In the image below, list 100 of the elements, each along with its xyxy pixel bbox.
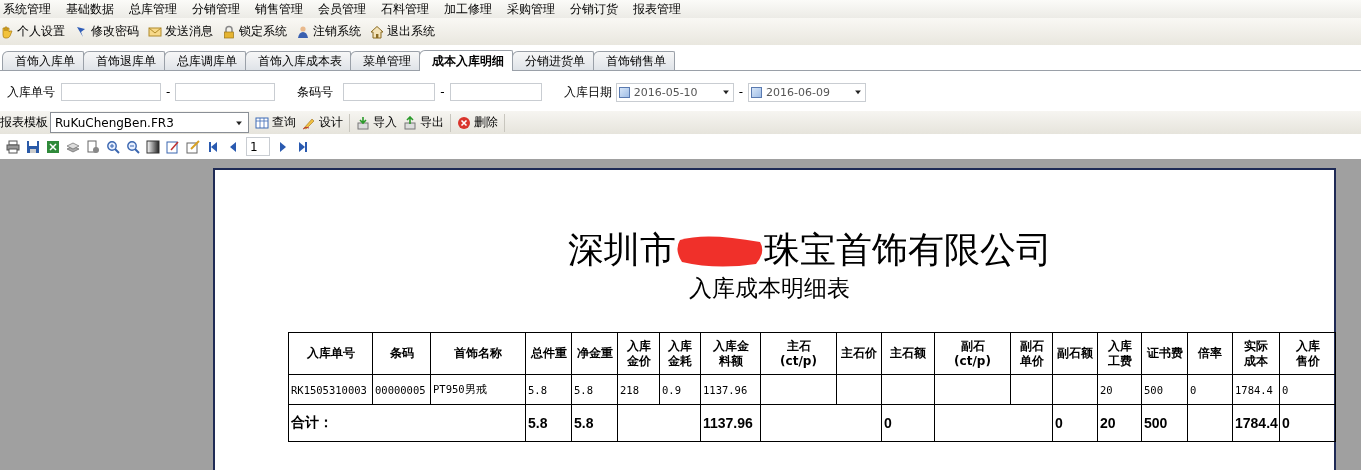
template-dropdown[interactable]: RuKuChengBen.FR3 [50, 112, 249, 133]
column-header: 总件重 [525, 332, 572, 375]
date-field[interactable]: 2016-06-09 [748, 82, 867, 102]
menu-item[interactable]: 采购管理 [504, 0, 564, 18]
toolbar-button[interactable]: 导入 [356, 114, 397, 131]
menu-item[interactable]: 系统管理 [0, 0, 60, 18]
total-cell: 0 [881, 404, 935, 442]
page-number-field[interactable]: 1 [246, 137, 270, 156]
date-field[interactable]: 2016-05-10 [615, 82, 734, 102]
total-cell: 20 [1097, 404, 1142, 442]
table-cell: 500 [1141, 374, 1188, 405]
export-icon [403, 115, 417, 130]
hand-icon [0, 24, 14, 39]
column-header: 主石 (ct/p) [760, 332, 837, 375]
toolbar-button[interactable]: 注销系统 [296, 23, 361, 40]
column-header: 入库金价 [617, 332, 660, 375]
toolbar-button[interactable]: 删除 [457, 114, 498, 131]
tab[interactable]: 菜单管理 [350, 51, 420, 70]
tab[interactable]: 首饰销售单 [593, 51, 675, 70]
menu-item[interactable]: 会员管理 [315, 0, 375, 18]
user-icon [296, 24, 310, 39]
separator-text: - [166, 85, 171, 99]
menu-item[interactable]: 石料管理 [378, 0, 438, 18]
lock-icon [222, 24, 236, 39]
table-cell: RK1505310003 [288, 374, 373, 405]
toolbar-button[interactable]: 导出 [403, 114, 444, 131]
column-header: 净金重 [571, 332, 618, 375]
table-cell: 5.8 [525, 374, 572, 405]
envelope-icon [148, 24, 162, 39]
menu-item[interactable]: 基础数据 [63, 0, 123, 18]
total-cell: 0 [1052, 404, 1098, 442]
total-cell: 5.8 [571, 404, 618, 442]
import-icon [356, 115, 370, 130]
report-title: 珠宝首饰有限公司 [763, 228, 1052, 272]
column-header: 副石 (ct/p) [934, 332, 1011, 375]
input-field[interactable] [449, 83, 542, 101]
menu-item[interactable]: 销售管理 [252, 0, 312, 18]
toolbar-button[interactable]: 修改密码 [74, 23, 139, 40]
table-cell: 5.8 [571, 374, 618, 405]
input-field[interactable] [343, 83, 436, 101]
table-cell: 1784.4 [1232, 374, 1280, 405]
total-cell: 5.8 [525, 404, 572, 442]
toolbar-button[interactable]: 退出系统 [370, 23, 435, 40]
tab[interactable]: 首饰入库成本表 [245, 51, 351, 70]
table-cell: 00000005 [372, 374, 431, 405]
separator-text: - [738, 85, 744, 99]
column-header: 入库工费 [1097, 332, 1142, 375]
total-cell: 500 [1141, 404, 1188, 442]
column-header: 证书费 [1141, 332, 1188, 375]
toolbar-button[interactable]: 设计 [302, 114, 343, 131]
column-header: 倍率 [1187, 332, 1233, 375]
menu-item[interactable]: 报表管理 [630, 0, 690, 18]
table-cell: 0 [1279, 374, 1336, 405]
table-cell: 0 [1187, 374, 1233, 405]
column-header: 主石价 [836, 332, 882, 375]
column-header: 入库单号 [288, 332, 373, 375]
column-header: 首饰名称 [430, 332, 526, 375]
table-cell: 218 [617, 374, 660, 405]
tab[interactable]: 分销进货单 [512, 51, 594, 70]
checkbox[interactable] [751, 86, 763, 98]
grid-icon [255, 115, 269, 130]
tab[interactable]: 首饰入库单 [2, 51, 84, 70]
tab[interactable]: 成本入库明细 [419, 50, 513, 71]
total-cell: 1784.4 [1232, 404, 1280, 442]
table-cell: PT950男戒 [430, 374, 526, 405]
menu-item[interactable]: 总库管理 [126, 0, 186, 18]
column-header: 主石额 [881, 332, 935, 375]
tab[interactable]: 首饰退库单 [83, 51, 165, 70]
table-cell: 0.9 [659, 374, 701, 405]
menu-item[interactable]: 分销订货 [567, 0, 627, 18]
checkbox[interactable] [618, 86, 630, 98]
table-cell: 20 [1097, 374, 1142, 405]
column-header: 实际成本 [1232, 332, 1280, 375]
total-label: 合计： [288, 404, 526, 442]
toolbar-button[interactable]: 发送消息 [148, 23, 213, 40]
house-icon [370, 24, 384, 39]
input-field[interactable] [61, 83, 161, 101]
menu-item[interactable]: 分销管理 [189, 0, 249, 18]
column-header: 入库金料额 [700, 332, 761, 375]
separator-text: - [440, 85, 445, 99]
input-field[interactable] [175, 83, 276, 101]
field-label: 条码号 [297, 83, 334, 101]
field-label: 报表模板 [0, 114, 48, 131]
column-header: 入库售价 [1279, 332, 1336, 375]
toolbar-button[interactable]: 查询 [255, 114, 296, 131]
delete-icon [457, 115, 471, 130]
toolbar-button[interactable]: 锁定系统 [222, 23, 287, 40]
field-label: 入库单号 [7, 83, 55, 101]
menu-item[interactable]: 加工修理 [441, 0, 501, 18]
table-cell: 1137.96 [700, 374, 761, 405]
field-label: 入库日期 [563, 83, 612, 101]
tab[interactable]: 总库调库单 [164, 51, 246, 70]
total-cell: 1137.96 [700, 404, 761, 442]
column-header: 副石单价 [1010, 332, 1053, 375]
toolbar-button[interactable]: 个人设置 [0, 23, 65, 40]
report-title: 深圳市 [567, 228, 676, 272]
column-header: 条码 [372, 332, 431, 375]
column-header: 入库金耗 [659, 332, 701, 375]
report-subtitle: 入库成本明细表 [689, 274, 850, 303]
total-cell: 0 [1279, 404, 1336, 442]
